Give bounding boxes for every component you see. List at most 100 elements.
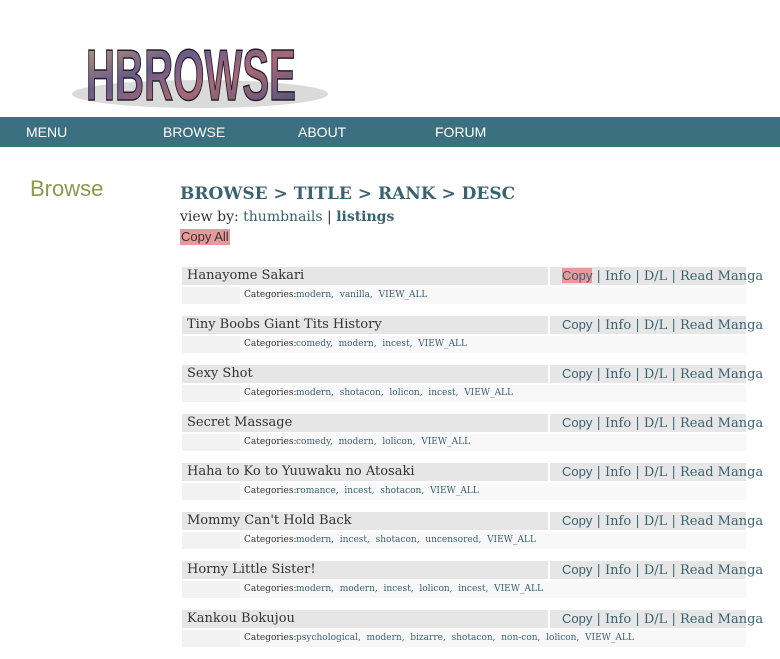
copy-button[interactable]: Copy — [562, 562, 592, 577]
manga-actions: Copy | Info | D/L | Read Manga — [550, 414, 763, 432]
category-tag[interactable]: modern — [339, 339, 374, 349]
category-tag[interactable]: incest — [428, 388, 455, 398]
read-manga-link[interactable]: Read Manga — [680, 563, 763, 578]
category-tag[interactable]: uncensored — [425, 535, 478, 545]
nav-menu[interactable]: MENU — [26, 117, 67, 147]
category-tag[interactable]: shotacon — [340, 388, 381, 398]
info-link[interactable]: Info — [605, 612, 631, 627]
category-tag[interactable]: incest — [458, 584, 485, 594]
category-tag[interactable]: romance — [296, 486, 336, 496]
manga-list: Hanayome Sakari Copy | Info | D/L | Read … — [182, 267, 763, 659]
nav-forum[interactable]: FORUM — [435, 117, 486, 147]
view-thumbnails-link[interactable]: thumbnails — [243, 209, 322, 225]
category-tag[interactable]: lolicon — [419, 584, 449, 594]
sidebar-title: Browse — [30, 176, 104, 201]
copy-button[interactable]: Copy — [562, 317, 592, 332]
manga-title[interactable]: Kankou Bokujou — [182, 610, 548, 628]
categories-label: Categories: — [244, 633, 297, 643]
separator: | — [596, 367, 601, 382]
nav-about[interactable]: ABOUT — [298, 117, 346, 147]
separator: | — [635, 269, 640, 284]
separator: | — [671, 563, 676, 578]
category-tag[interactable]: VIEW_ALL — [379, 290, 428, 300]
read-manga-link[interactable]: Read Manga — [680, 318, 763, 333]
nav-browse[interactable]: BROWSE — [163, 117, 225, 147]
category-tag[interactable]: modern — [367, 633, 402, 643]
manga-title[interactable]: Tiny Boobs Giant Tits History — [182, 316, 548, 334]
read-manga-link[interactable]: Read Manga — [680, 612, 763, 627]
read-manga-link[interactable]: Read Manga — [680, 269, 763, 284]
category-tag[interactable]: shotacon — [452, 633, 493, 643]
separator: | — [671, 367, 676, 382]
category-tag[interactable]: non-con — [501, 633, 537, 643]
category-tag[interactable]: VIEW_ALL — [585, 633, 634, 643]
copy-button[interactable]: Copy — [562, 611, 592, 626]
manga-title[interactable]: Secret Massage — [182, 414, 548, 432]
categories-label: Categories: — [244, 584, 297, 594]
info-link[interactable]: Info — [605, 514, 631, 529]
manga-title[interactable]: Mommy Can't Hold Back — [182, 512, 548, 530]
copy-button[interactable]: Copy — [562, 268, 593, 283]
download-link[interactable]: D/L — [644, 367, 667, 382]
category-tag[interactable]: modern — [296, 290, 331, 300]
category-tag[interactable]: lolicon — [546, 633, 576, 643]
copy-button[interactable]: Copy — [562, 366, 592, 381]
separator: | — [596, 563, 601, 578]
category-tag[interactable]: VIEW_ALL — [421, 437, 470, 447]
category-tag[interactable]: shotacon — [376, 535, 417, 545]
read-manga-link[interactable]: Read Manga — [680, 514, 763, 529]
category-tag[interactable]: bizarre — [410, 633, 443, 643]
read-manga-link[interactable]: Read Manga — [680, 367, 763, 382]
download-link[interactable]: D/L — [644, 465, 667, 480]
download-link[interactable]: D/L — [644, 563, 667, 578]
category-tag[interactable]: modern — [296, 584, 331, 594]
category-tag[interactable]: VIEW_ALL — [430, 486, 479, 496]
category-tag[interactable]: comedy — [296, 437, 330, 447]
category-tag[interactable]: comedy — [296, 339, 330, 349]
category-tag[interactable]: psychological — [296, 633, 358, 643]
read-manga-link[interactable]: Read Manga — [680, 465, 763, 480]
category-tag[interactable]: vanilla — [340, 290, 370, 300]
category-tag[interactable]: lolicon — [389, 388, 419, 398]
category-tag[interactable]: lolicon — [382, 437, 412, 447]
copy-all-button[interactable]: Copy All — [180, 229, 230, 245]
info-link[interactable]: Info — [605, 269, 631, 284]
list-item: Kankou Bokujou Copy | Info | D/L | Read M… — [182, 610, 763, 659]
info-link[interactable]: Info — [605, 318, 631, 333]
copy-button[interactable]: Copy — [562, 415, 592, 430]
category-tag[interactable]: modern — [339, 437, 374, 447]
download-link[interactable]: D/L — [644, 269, 667, 284]
category-tag[interactable]: incest — [340, 535, 367, 545]
info-link[interactable]: Info — [605, 416, 631, 431]
category-tag[interactable]: incest — [344, 486, 371, 496]
category-tag[interactable]: VIEW_ALL — [418, 339, 467, 349]
categories-row: Categories: comedy, modern, lolicon, VIEW… — [182, 434, 746, 451]
download-link[interactable]: D/L — [644, 318, 667, 333]
category-tag[interactable]: VIEW_ALL — [464, 388, 513, 398]
info-link[interactable]: Info — [605, 465, 631, 480]
manga-title[interactable]: Horny Little Sister! — [182, 561, 548, 579]
category-tag[interactable]: VIEW_ALL — [487, 535, 536, 545]
info-link[interactable]: Info — [605, 367, 631, 382]
view-listings-link[interactable]: listings — [336, 209, 394, 225]
manga-title[interactable]: Haha to Ko to Yuuwaku no Atosaki — [182, 463, 548, 481]
download-link[interactable]: D/L — [644, 612, 667, 627]
category-tag[interactable]: VIEW_ALL — [494, 584, 543, 594]
category-tag[interactable]: incest — [383, 584, 410, 594]
read-manga-link[interactable]: Read Manga — [680, 416, 763, 431]
category-tag[interactable]: incest — [382, 339, 409, 349]
info-link[interactable]: Info — [605, 563, 631, 578]
copy-button[interactable]: Copy — [562, 513, 592, 528]
download-link[interactable]: D/L — [644, 416, 667, 431]
manga-title[interactable]: Sexy Shot — [182, 365, 548, 383]
hbrowse-logo[interactable]: HBROWSE — [60, 18, 330, 114]
download-link[interactable]: D/L — [644, 514, 667, 529]
category-tag[interactable]: modern — [296, 388, 331, 398]
category-tag[interactable]: shotacon — [380, 486, 421, 496]
manga-title[interactable]: Hanayome Sakari — [182, 267, 548, 285]
category-tag[interactable]: modern — [340, 584, 375, 594]
copy-button[interactable]: Copy — [562, 464, 592, 479]
view-by-separator: | — [327, 209, 332, 225]
category-tag[interactable]: modern — [296, 535, 331, 545]
list-item: Horny Little Sister! Copy | Info | D/L | … — [182, 561, 763, 610]
